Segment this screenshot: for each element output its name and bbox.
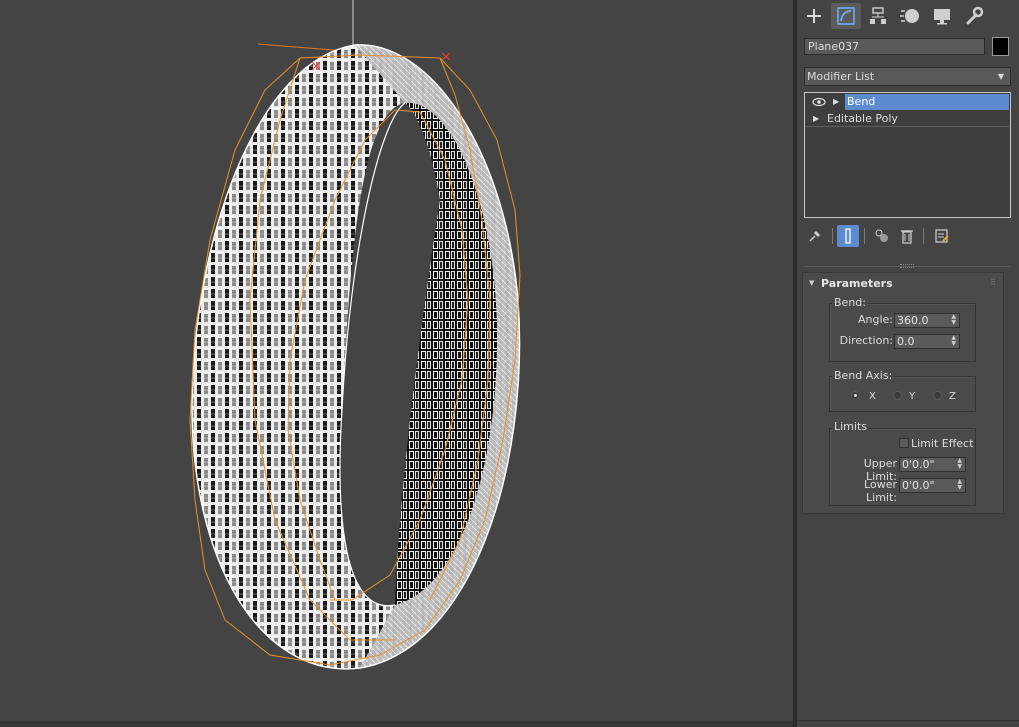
pin-stack-button[interactable] [804,225,826,247]
plus-icon [807,9,821,23]
viewport-bottom-edge [0,721,793,727]
hierarchy-icon [870,7,886,24]
object-color-swatch[interactable] [992,37,1009,56]
stack-toolbar [804,225,1014,247]
upper-limit-spinner[interactable]: 0'0.0" ▲ ▼ [899,457,966,472]
stack-divider [806,126,1009,127]
parameters-rollout: ▼ Parameters ⠿ Bend: Angle: 360.0 ▲ ▼ Dir… [802,272,1004,514]
toolbar-separator [864,228,865,244]
display-tab[interactable] [927,3,957,29]
lower-limit-value: 0'0.0" [902,479,935,492]
utilities-tab[interactable] [959,3,989,29]
viewport-canvas [180,0,530,685]
perspective-viewport[interactable] [0,0,793,721]
motion-icon [900,9,919,23]
angle-value: 360.0 [897,314,929,327]
configure-modifier-sets-button[interactable] [931,225,953,247]
axis-z-label: Z [949,391,956,402]
axis-z-radio[interactable] [933,391,942,400]
axis-y-label: Y [909,391,916,402]
stack-item-label: Editable Poly [827,112,898,125]
end-result-icon [845,228,851,244]
tire-mesh [180,35,530,685]
command-panel: Modifier List ▼ ▶ Bend ▶ Editable Poly [797,0,1019,727]
stack-item-bend[interactable]: ▶ Bend [806,94,1009,110]
modifier-list-label: Modifier List [807,70,875,83]
angle-spinner[interactable]: 360.0 ▲ ▼ [894,313,960,328]
angle-label: Angle: [857,313,893,326]
spinner-arrows-icon[interactable]: ▲ ▼ [951,314,956,326]
panel-separator [804,266,1011,267]
rollout-title[interactable]: Parameters [821,277,893,290]
expand-triangle-icon[interactable]: ▶ [833,94,839,110]
modify-tab[interactable] [831,3,861,29]
stack-item-editable-poly[interactable]: ▶ Editable Poly [806,111,1009,127]
wrench-icon [966,6,984,25]
panel-bottom-edge [797,720,1019,721]
bend-group-label: Bend: [832,296,868,309]
monitor-icon [934,9,950,25]
collapse-triangle-icon[interactable]: ▼ [809,279,814,287]
rollout-drag-handle-icon[interactable]: ⠿ [990,278,996,287]
spinner-arrows-icon[interactable]: ▲ ▼ [957,479,962,491]
show-end-result-button[interactable] [837,225,859,247]
direction-label: Direction: [839,334,893,347]
direction-spinner[interactable]: 0.0 ▲ ▼ [894,334,960,349]
axis-y-radio[interactable] [893,391,902,400]
toolbar-separator [832,228,833,244]
trash-icon [901,230,913,244]
hierarchy-tab[interactable] [863,3,893,29]
lower-limit-label: Lower Limit: [864,478,897,504]
modifier-stack[interactable]: ▶ Bend ▶ Editable Poly [804,92,1011,218]
axis-x-label: X [869,391,876,402]
toolbar-separator [923,228,924,244]
object-name-field[interactable] [804,38,985,55]
make-unique-icon [875,229,888,242]
remove-modifier-button[interactable] [896,225,918,247]
limits-group-label: Limits [832,420,869,433]
make-unique-button[interactable] [871,225,893,247]
lower-limit-spinner[interactable]: 0'0.0" ▲ ▼ [899,478,966,493]
motion-tab[interactable] [895,3,925,29]
modifier-list-dropdown[interactable]: Modifier List ▼ [804,67,1011,86]
eye-icon[interactable] [812,97,826,107]
command-panel-tabs [797,0,1019,32]
bend-group [829,303,976,362]
create-tab[interactable] [799,3,829,29]
limit-effect-label: Limit Effect [911,437,974,450]
configure-icon [935,229,949,243]
stack-item-label: Bend [845,94,1009,110]
limit-effect-checkbox[interactable] [899,438,909,448]
dropdown-arrow-icon: ▼ [997,72,1004,81]
bend-axis-group-label: Bend Axis: [832,369,895,382]
direction-value: 0.0 [897,335,915,348]
pin-icon [809,231,820,242]
spinner-arrows-icon[interactable]: ▲ ▼ [951,335,956,347]
modify-icon [837,7,855,25]
axis-x-radio[interactable] [851,391,860,400]
spinner-arrows-icon[interactable]: ▲ ▼ [957,458,962,470]
upper-limit-value: 0'0.0" [902,458,935,471]
expand-triangle-icon[interactable]: ▶ [813,111,819,127]
